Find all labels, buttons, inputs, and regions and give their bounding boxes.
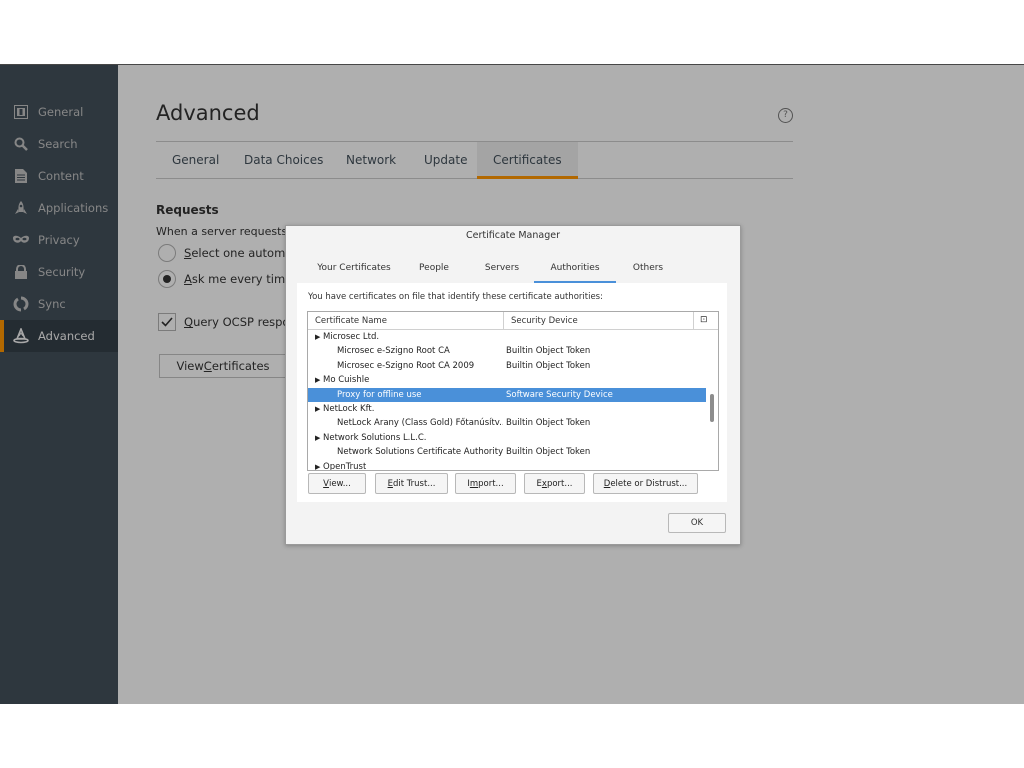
expand-arrow-icon[interactable]: ▶ — [315, 460, 320, 470]
dialog-title: Certificate Manager — [465, 230, 560, 241]
tree-group-row[interactable]: ▶ NetLock Kft. — [308, 402, 706, 416]
button-text: dit Trust... — [392, 478, 436, 489]
security-device: Builtin Object Token — [506, 346, 591, 357]
expand-arrow-icon[interactable]: ▶ — [315, 373, 320, 387]
tree-header: Certificate Name Security Device ⊡ — [308, 312, 718, 330]
ok-button[interactable]: OK — [668, 513, 726, 533]
scrollbar-thumb[interactable] — [710, 394, 714, 422]
tree-row[interactable]: Microsec e-Szigno Root CA 2009 Builtin Ob… — [308, 359, 706, 373]
button-text: port... — [546, 478, 573, 489]
tab-your-certificates[interactable]: Your Certificates — [310, 253, 398, 283]
tab-servers[interactable]: Servers — [476, 253, 528, 283]
column-separator — [693, 312, 694, 329]
expand-arrow-icon[interactable]: ▶ — [315, 330, 320, 344]
panel-description: You have certificates on file that ident… — [308, 292, 603, 302]
column-separator — [503, 312, 504, 329]
security-device: Builtin Object Token — [506, 447, 591, 458]
certificate-name: NetLock Arany (Class Gold) Főtanúsítv... — [337, 418, 503, 429]
column-header-certificate-name[interactable]: Certificate Name — [315, 316, 387, 326]
certificate-manager-dialog: Certificate Manager Your Certificates Pe… — [285, 225, 741, 545]
certificate-name: Network Solutions Certificate Authority — [337, 447, 503, 458]
import-button[interactable]: Im port... — [455, 473, 516, 494]
expand-arrow-icon[interactable]: ▶ — [315, 431, 320, 445]
security-device: Builtin Object Token — [506, 418, 591, 429]
button-text-accesskey: m — [469, 478, 479, 489]
certificate-name: Microsec e-Szigno Root CA — [337, 346, 450, 357]
tree-scrollbar[interactable] — [707, 330, 717, 470]
edit-trust-button[interactable]: Edit Trust... — [375, 473, 448, 494]
tab-others[interactable]: Others — [624, 253, 672, 283]
tree-group-row[interactable]: ▶ Mo Cuishle — [308, 373, 706, 387]
authorities-panel: You have certificates on file that ident… — [297, 283, 727, 502]
security-device: Software Security Device — [506, 389, 613, 400]
certificate-tree[interactable]: Certificate Name Security Device ⊡ ▶ Micr… — [307, 311, 719, 471]
tree-row[interactable]: Network Solutions Certificate Authority B… — [308, 445, 706, 459]
certificate-name: OpenTrust — [323, 461, 367, 471]
tree-group-row[interactable]: ▶ Microsec Ltd. — [308, 330, 706, 344]
button-text: iew... — [328, 478, 351, 489]
column-header-security-device[interactable]: Security Device — [511, 316, 578, 326]
tree-group-row[interactable]: ▶ Network Solutions L.L.C. — [308, 431, 706, 445]
certificate-name: Microsec Ltd. — [323, 332, 380, 342]
button-text: port... — [478, 478, 504, 489]
security-device: Builtin Object Token — [506, 360, 591, 371]
tab-authorities[interactable]: Authorities — [534, 253, 616, 283]
export-button[interactable]: Ex port... — [524, 473, 585, 494]
tree-group-row[interactable]: ▶ OpenTrust — [308, 460, 706, 471]
certificate-name: Mo Cuishle — [323, 375, 370, 386]
tree-row[interactable]: NetLock Arany (Class Gold) Főtanúsítv...… — [308, 416, 706, 430]
delete-or-distrust-button[interactable]: Delete or Distrust... — [593, 473, 698, 494]
certificate-name: Network Solutions L.L.C. — [323, 432, 427, 443]
certificate-name: Proxy for offline use — [337, 389, 422, 400]
column-picker-icon[interactable]: ⊡ — [700, 315, 708, 325]
tab-people[interactable]: People — [412, 253, 456, 283]
certificate-name: NetLock Kft. — [323, 404, 375, 414]
view-button[interactable]: View... — [308, 473, 366, 494]
certificate-name: Microsec e-Szigno Root CA 2009 — [337, 360, 475, 371]
expand-arrow-icon[interactable]: ▶ — [315, 402, 320, 416]
button-text: elete or Distrust... — [610, 478, 688, 489]
tree-row[interactable]: Proxy for offline use Software Security D… — [308, 387, 706, 402]
preferences-window: General Search Content Applications Priv… — [0, 64, 1024, 704]
tree-row[interactable]: Microsec e-Szigno Root CA Builtin Object … — [308, 344, 706, 358]
